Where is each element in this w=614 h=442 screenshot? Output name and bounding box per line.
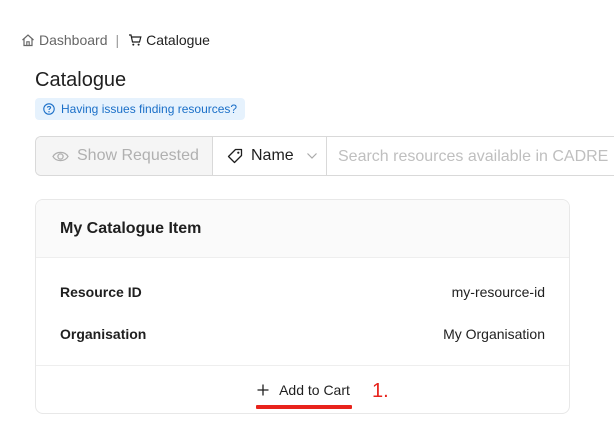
search-toolbar: Show Requested Name	[35, 136, 614, 176]
breadcrumb-dashboard[interactable]: Dashboard	[21, 32, 108, 48]
card-body: Resource ID my-resource-id Organisation …	[36, 271, 569, 355]
question-circle-icon	[43, 103, 55, 115]
catalogue-item-card: My Catalogue Item Resource ID my-resourc…	[35, 199, 570, 414]
breadcrumb: Dashboard | Catalogue	[21, 31, 210, 49]
field-value: My Organisation	[443, 326, 545, 342]
field-value: my-resource-id	[451, 284, 545, 300]
field-label: Organisation	[60, 326, 147, 342]
field-row-organisation: Organisation My Organisation	[60, 313, 545, 355]
breadcrumb-separator: |	[115, 32, 120, 48]
tag-icon	[227, 148, 243, 164]
home-icon	[21, 33, 35, 47]
breadcrumb-catalogue: Catalogue	[128, 32, 210, 48]
help-link-label: Having issues finding resources?	[61, 102, 238, 116]
search-field-value: Name	[251, 147, 294, 164]
cart-icon	[128, 33, 142, 47]
search-input[interactable]	[327, 137, 614, 175]
add-to-cart-button[interactable]: Add to Cart	[257, 382, 350, 398]
help-link[interactable]: Having issues finding resources?	[35, 98, 246, 120]
page-title: Catalogue	[35, 69, 127, 91]
show-requested-label: Show Requested	[77, 147, 199, 164]
field-row-resource-id: Resource ID my-resource-id	[60, 271, 545, 313]
add-to-cart-label: Add to Cart	[279, 381, 350, 398]
annotation-underline	[256, 405, 352, 409]
annotation-step-number: 1.	[372, 380, 389, 402]
breadcrumb-catalogue-label: Catalogue	[146, 32, 210, 48]
plus-icon	[257, 384, 269, 396]
search-field-select[interactable]: Name	[213, 137, 327, 175]
show-requested-button[interactable]: Show Requested	[36, 137, 213, 175]
card-title: My Catalogue Item	[36, 200, 569, 258]
field-label: Resource ID	[60, 284, 142, 300]
chevron-down-icon	[306, 152, 318, 160]
eye-icon	[52, 150, 69, 163]
breadcrumb-dashboard-label: Dashboard	[39, 32, 108, 48]
